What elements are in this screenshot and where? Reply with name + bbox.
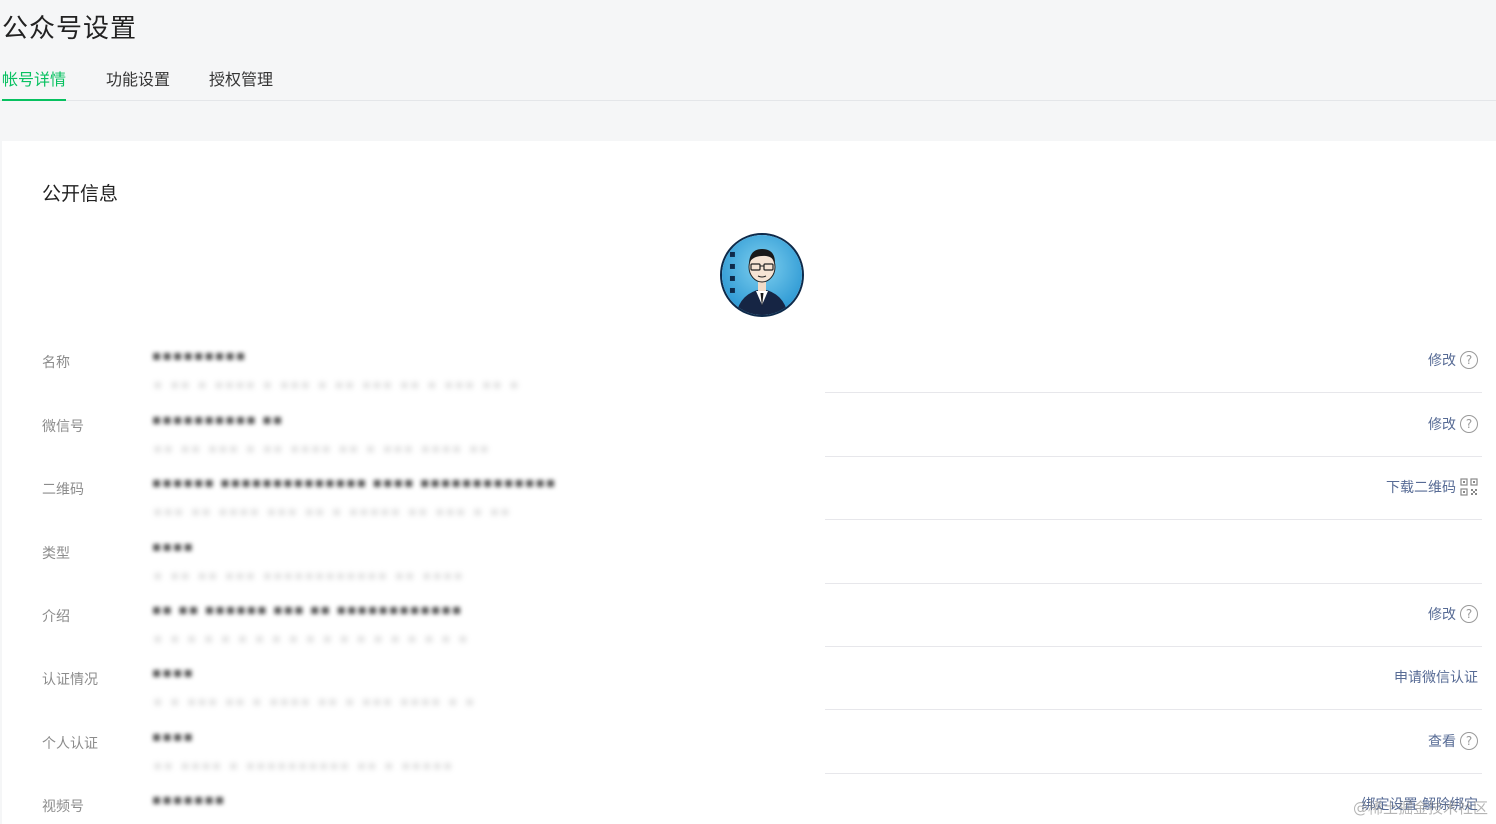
row-ghost-text: ▪ ▪▪ ▪▪ ▪▪▪ ▪▪▪▪▪▪▪▪▪▪▪▪ ▪▪ ▪▪▪▪ (154, 569, 465, 581)
section-title: 公开信息 (42, 183, 119, 205)
help-icon[interactable]: ? (1460, 351, 1478, 369)
row-label: 介绍 (42, 609, 70, 625)
row-label: 个人认证 (42, 736, 98, 752)
row-label: 认证情况 (42, 672, 98, 688)
edit-wechat-id-button[interactable]: 修改 ? (1428, 414, 1478, 434)
action-label: 申请微信认证 (1394, 670, 1478, 686)
row-ghost-text: ▪▪▪ ▪▪ ▪▪▪▪ ▪▪▪ ▪▪ ▪ ▪▪▪▪▪ ▪▪ ▪▪▪ ▪ ▪▪ (154, 505, 512, 517)
svg-text:▪: ▪ (729, 273, 736, 284)
row-ghost-text: ▪▪ ▪▪ ▪▪▪ ▪ ▪▪ ▪▪▪▪ ▪▪ ▪ ▪▪▪ ▪▪▪▪ ▪▪ (154, 442, 491, 454)
action-label: 修改 (1428, 417, 1456, 433)
action-label: 修改 (1428, 353, 1456, 369)
action-label: 下载二维码 (1386, 480, 1456, 496)
row-ghost-text: ▪ ▪ ▪▪▪ ▪▪ ▪ ▪▪▪▪ ▪▪ ▪ ▪▪▪ ▪▪▪▪ ▪ ▪ (154, 695, 477, 707)
row-divider (825, 456, 1482, 457)
page-title: 公众号设置 (2, 14, 138, 44)
row-label: 视频号 (42, 799, 84, 815)
help-icon[interactable]: ? (1460, 605, 1478, 623)
view-personal-verification-button[interactable]: 查看 ? (1428, 731, 1478, 751)
info-row-name: 名称 ▪▪▪▪▪▪▪▪▪ ▪ ▪▪ ▪ ▪▪▪▪ ▪ ▪▪▪ ▪ ▪▪ ▪▪▪ … (2, 344, 1496, 407)
info-row-wechat-id: 微信号 ▪▪▪▪▪▪▪▪▪▪ ▪▪ ▪▪ ▪▪ ▪▪▪ ▪ ▪▪ ▪▪▪▪ ▪▪… (2, 408, 1496, 471)
apply-wechat-verification-link[interactable]: 申请微信认证 (1394, 667, 1478, 687)
row-value: ▪▪ ▪▪ ▪▪▪▪▪▪ ▪▪▪ ▪▪ ▪▪▪▪▪▪▪▪▪▪▪▪ (152, 602, 463, 618)
row-label: 类型 (42, 546, 70, 562)
row-ghost-text: ▪ ▪▪ ▪ ▪▪▪▪ ▪ ▪▪▪ ▪ ▪▪ ▪▪▪ ▪▪ ▪ ▪▪▪ ▪▪ ▪ (154, 378, 521, 390)
tab-account-details[interactable]: 帐号详情 (2, 68, 67, 101)
info-row-personal-verification: 个人认证 ▪▪▪▪ ▪▪ ▪▪▪▪ ▪ ▪▪▪▪▪▪▪▪▪▪ ▪▪ ▪ ▪▪▪▪… (2, 725, 1496, 788)
row-divider (825, 392, 1482, 393)
row-ghost-text: ▪▪ ▪▪▪▪ ▪ ▪▪▪▪▪▪▪▪▪▪ ▪▪ ▪ ▪▪▪▪▪ (154, 759, 455, 771)
tab-authorization-management[interactable]: 授权管理 (209, 68, 273, 101)
info-row-channels: 视频号 ▪▪▪▪▪▪▪ 绑定设置 解除绑定 (2, 788, 1496, 824)
row-divider (825, 583, 1482, 584)
row-value: ▪▪▪▪▪▪▪▪▪ (152, 348, 247, 364)
row-divider (825, 773, 1482, 774)
public-info-card: 公开信息 ▪ ▪ ▪ ▪ 名称 ▪▪▪▪▪▪▪▪▪ ▪ ▪▪ ▪ ▪▪▪▪ ▪ … (2, 141, 1496, 824)
row-value: ▪▪▪▪ (152, 729, 194, 745)
row-value: ▪▪▪▪▪▪ ▪▪▪▪▪▪▪▪▪▪▪▪▪▪ ▪▪▪▪ ▪▪▪▪▪▪▪▪▪▪▪▪▪ (152, 475, 557, 491)
action-label: 修改 (1428, 607, 1456, 623)
watermark: @稀土掘金技术社区 (1352, 799, 1488, 817)
edit-name-button[interactable]: 修改 ? (1428, 350, 1478, 370)
info-row-qr-code: 二维码 ▪▪▪▪▪▪ ▪▪▪▪▪▪▪▪▪▪▪▪▪▪ ▪▪▪▪ ▪▪▪▪▪▪▪▪▪… (2, 471, 1496, 534)
row-ghost-text: ▪ ▪ ▪ ▪ ▪ ▪ ▪ ▪ ▪ ▪ ▪ ▪ ▪ ▪ ▪ ▪ ▪ ▪ ▪ (154, 632, 470, 644)
tab-bar: 帐号详情 功能设置 授权管理 (0, 60, 1496, 101)
row-divider (825, 519, 1482, 520)
svg-text:▪: ▪ (729, 285, 736, 296)
avatar: ▪ ▪ ▪ ▪ (720, 233, 804, 317)
info-row-type: 类型 ▪▪▪▪ ▪ ▪▪ ▪▪ ▪▪▪ ▪▪▪▪▪▪▪▪▪▪▪▪ ▪▪ ▪▪▪▪ (2, 535, 1496, 598)
row-value: ▪▪▪▪ (152, 665, 194, 681)
row-label: 二维码 (42, 482, 84, 498)
help-icon[interactable]: ? (1460, 732, 1478, 750)
row-value: ▪▪▪▪▪▪▪▪▪▪ ▪▪ (152, 412, 284, 428)
row-divider (825, 646, 1482, 647)
row-value: ▪▪▪▪ (152, 539, 194, 555)
row-label: 名称 (42, 355, 70, 371)
edit-introduction-button[interactable]: 修改 ? (1428, 604, 1478, 624)
info-row-verification-status: 认证情况 ▪▪▪▪ ▪ ▪ ▪▪▪ ▪▪ ▪ ▪▪▪▪ ▪▪ ▪ ▪▪▪ ▪▪▪… (2, 661, 1496, 724)
qr-code-icon (1460, 478, 1478, 496)
info-row-introduction: 介绍 ▪▪ ▪▪ ▪▪▪▪▪▪ ▪▪▪ ▪▪ ▪▪▪▪▪▪▪▪▪▪▪▪ ▪ ▪ … (2, 598, 1496, 661)
row-label: 微信号 (42, 419, 84, 435)
action-label: 查看 (1428, 734, 1456, 750)
svg-text:▪: ▪ (729, 261, 736, 272)
download-qr-code-button[interactable]: 下载二维码 (1386, 477, 1478, 497)
help-icon[interactable]: ? (1460, 415, 1478, 433)
svg-text:▪: ▪ (729, 249, 736, 260)
row-divider (825, 709, 1482, 710)
row-value: ▪▪▪▪▪▪▪ (152, 792, 226, 808)
tab-feature-settings[interactable]: 功能设置 (106, 68, 170, 101)
